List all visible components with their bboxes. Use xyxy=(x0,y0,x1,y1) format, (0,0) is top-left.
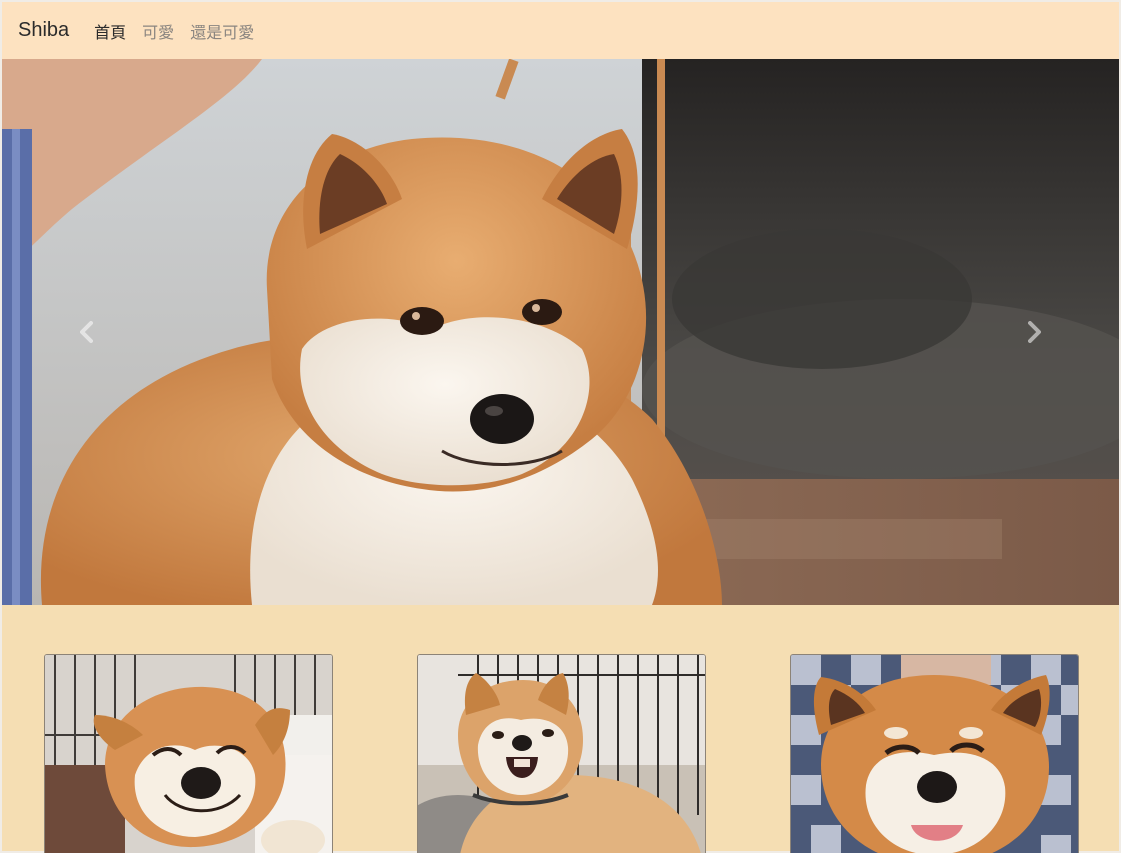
photo-card-2[interactable] xyxy=(417,654,706,853)
carousel-prev-button[interactable] xyxy=(2,59,172,605)
nav-link-still-cute[interactable]: 還是可愛 xyxy=(190,19,254,43)
brand-link[interactable]: Shiba xyxy=(18,19,69,42)
carousel-next-button[interactable] xyxy=(949,59,1119,605)
photo-card-1[interactable] xyxy=(44,654,333,853)
navbar: Shiba 首頁 可愛 還是可愛 xyxy=(2,2,1119,59)
nav-links: 首頁 可愛 還是可愛 xyxy=(94,19,254,43)
photo-card-row xyxy=(0,654,1121,853)
hero-carousel[interactable] xyxy=(2,59,1119,605)
photo-card-3[interactable] xyxy=(790,654,1079,853)
yawning-shiba-photo xyxy=(418,655,705,853)
chevron-left-icon xyxy=(80,321,93,343)
smiling-shiba-photo xyxy=(45,655,332,853)
chevron-right-icon xyxy=(1028,321,1041,343)
tongue-out-shiba-photo xyxy=(791,655,1078,853)
nav-link-home[interactable]: 首頁 xyxy=(94,19,126,43)
nav-link-cute[interactable]: 可愛 xyxy=(142,19,174,43)
